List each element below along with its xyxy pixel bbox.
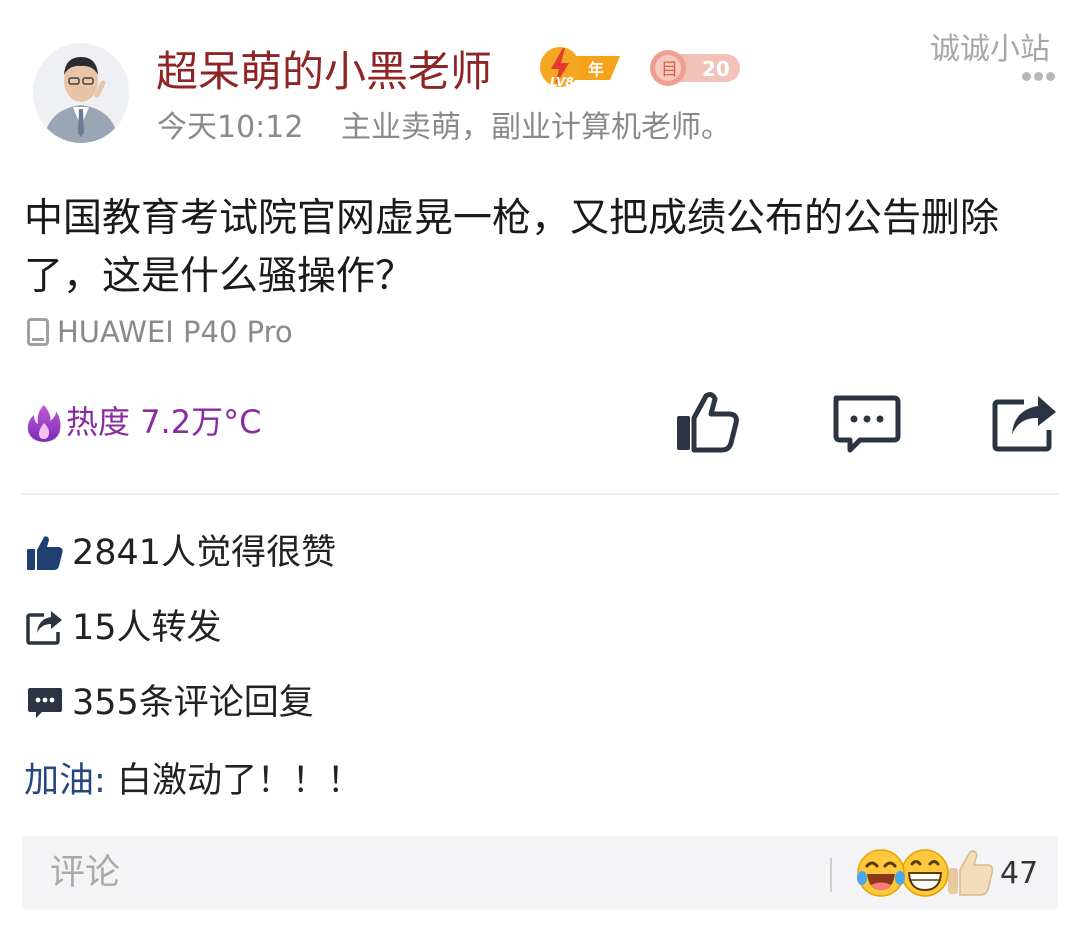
comments-count: 355条评论回复 <box>72 683 314 723</box>
device-name: HUAWEI P40 Pro <box>57 315 293 349</box>
divider <box>22 493 1058 495</box>
fan-badge-glyph: 目 <box>661 60 678 80</box>
post-meta: 今天10:12 主业卖萌，副业计算机老师。 <box>157 108 731 148</box>
thumb-emoji <box>948 850 994 896</box>
bar-separator <box>830 858 832 892</box>
flame-icon <box>27 405 61 442</box>
phone-icon <box>27 318 49 346</box>
thumbs-up-icon <box>27 536 63 570</box>
more-icon[interactable] <box>1022 66 1062 81</box>
author-bio: 主业卖萌，副业计算机老师。 <box>341 110 732 145</box>
fan-badge-count: 20 <box>702 57 730 81</box>
comment-icon <box>833 395 901 453</box>
share-icon <box>26 611 62 645</box>
thumbs-up-icon <box>677 392 739 453</box>
post-text: 中国教育考试院官网虚晃一枪，又把成绩公布的公告删除了，这是什么骚操作？ <box>24 196 1000 299</box>
share-icon <box>992 396 1056 452</box>
level-badge-label: LV8 <box>550 75 574 89</box>
post-time: 今天10:12 <box>157 110 304 145</box>
fan-badge[interactable]: 目 20 <box>644 48 742 88</box>
avatar[interactable] <box>33 43 129 143</box>
comment-button[interactable] <box>830 392 902 456</box>
watermark: 诚诚小站 <box>930 32 1050 67</box>
level-badge[interactable]: LV8 年 <box>536 42 624 92</box>
hot-comment[interactable]: 加油: 白激动了！！！ <box>24 758 362 804</box>
likes-count: 2841人觉得很赞 <box>72 533 337 573</box>
author-name[interactable]: 超呆萌的小黑老师 <box>156 46 492 98</box>
comment-separator: : <box>94 761 106 801</box>
comment-icon <box>28 688 62 718</box>
comment-input[interactable]: 评论 <box>50 851 120 895</box>
share-button[interactable] <box>990 392 1062 456</box>
laughing-emoji <box>857 849 905 897</box>
heat-indicator[interactable]: 热度 7.2万°C <box>26 400 261 444</box>
reaction-count[interactable]: 47 <box>1000 854 1038 894</box>
likes-stat[interactable]: 2841人觉得很赞 <box>26 530 336 576</box>
comment-text: 白激动了！！！ <box>105 761 362 801</box>
heat-label: 热度 <box>66 403 131 441</box>
year-badge-label: 年 <box>588 60 604 79</box>
comments-stat[interactable]: 355条评论回复 <box>26 680 314 726</box>
reposts-count: 15人转发 <box>72 608 222 648</box>
reposts-stat[interactable]: 15人转发 <box>26 605 222 651</box>
like-button[interactable] <box>672 390 744 454</box>
device-source: HUAWEI P40 Pro <box>27 312 293 352</box>
heat-value: 7.2万°C <box>140 403 262 441</box>
comment-bar: 评论 47 <box>22 836 1058 910</box>
grinning-emoji <box>901 849 949 897</box>
comment-user[interactable]: 加油 <box>24 761 94 801</box>
